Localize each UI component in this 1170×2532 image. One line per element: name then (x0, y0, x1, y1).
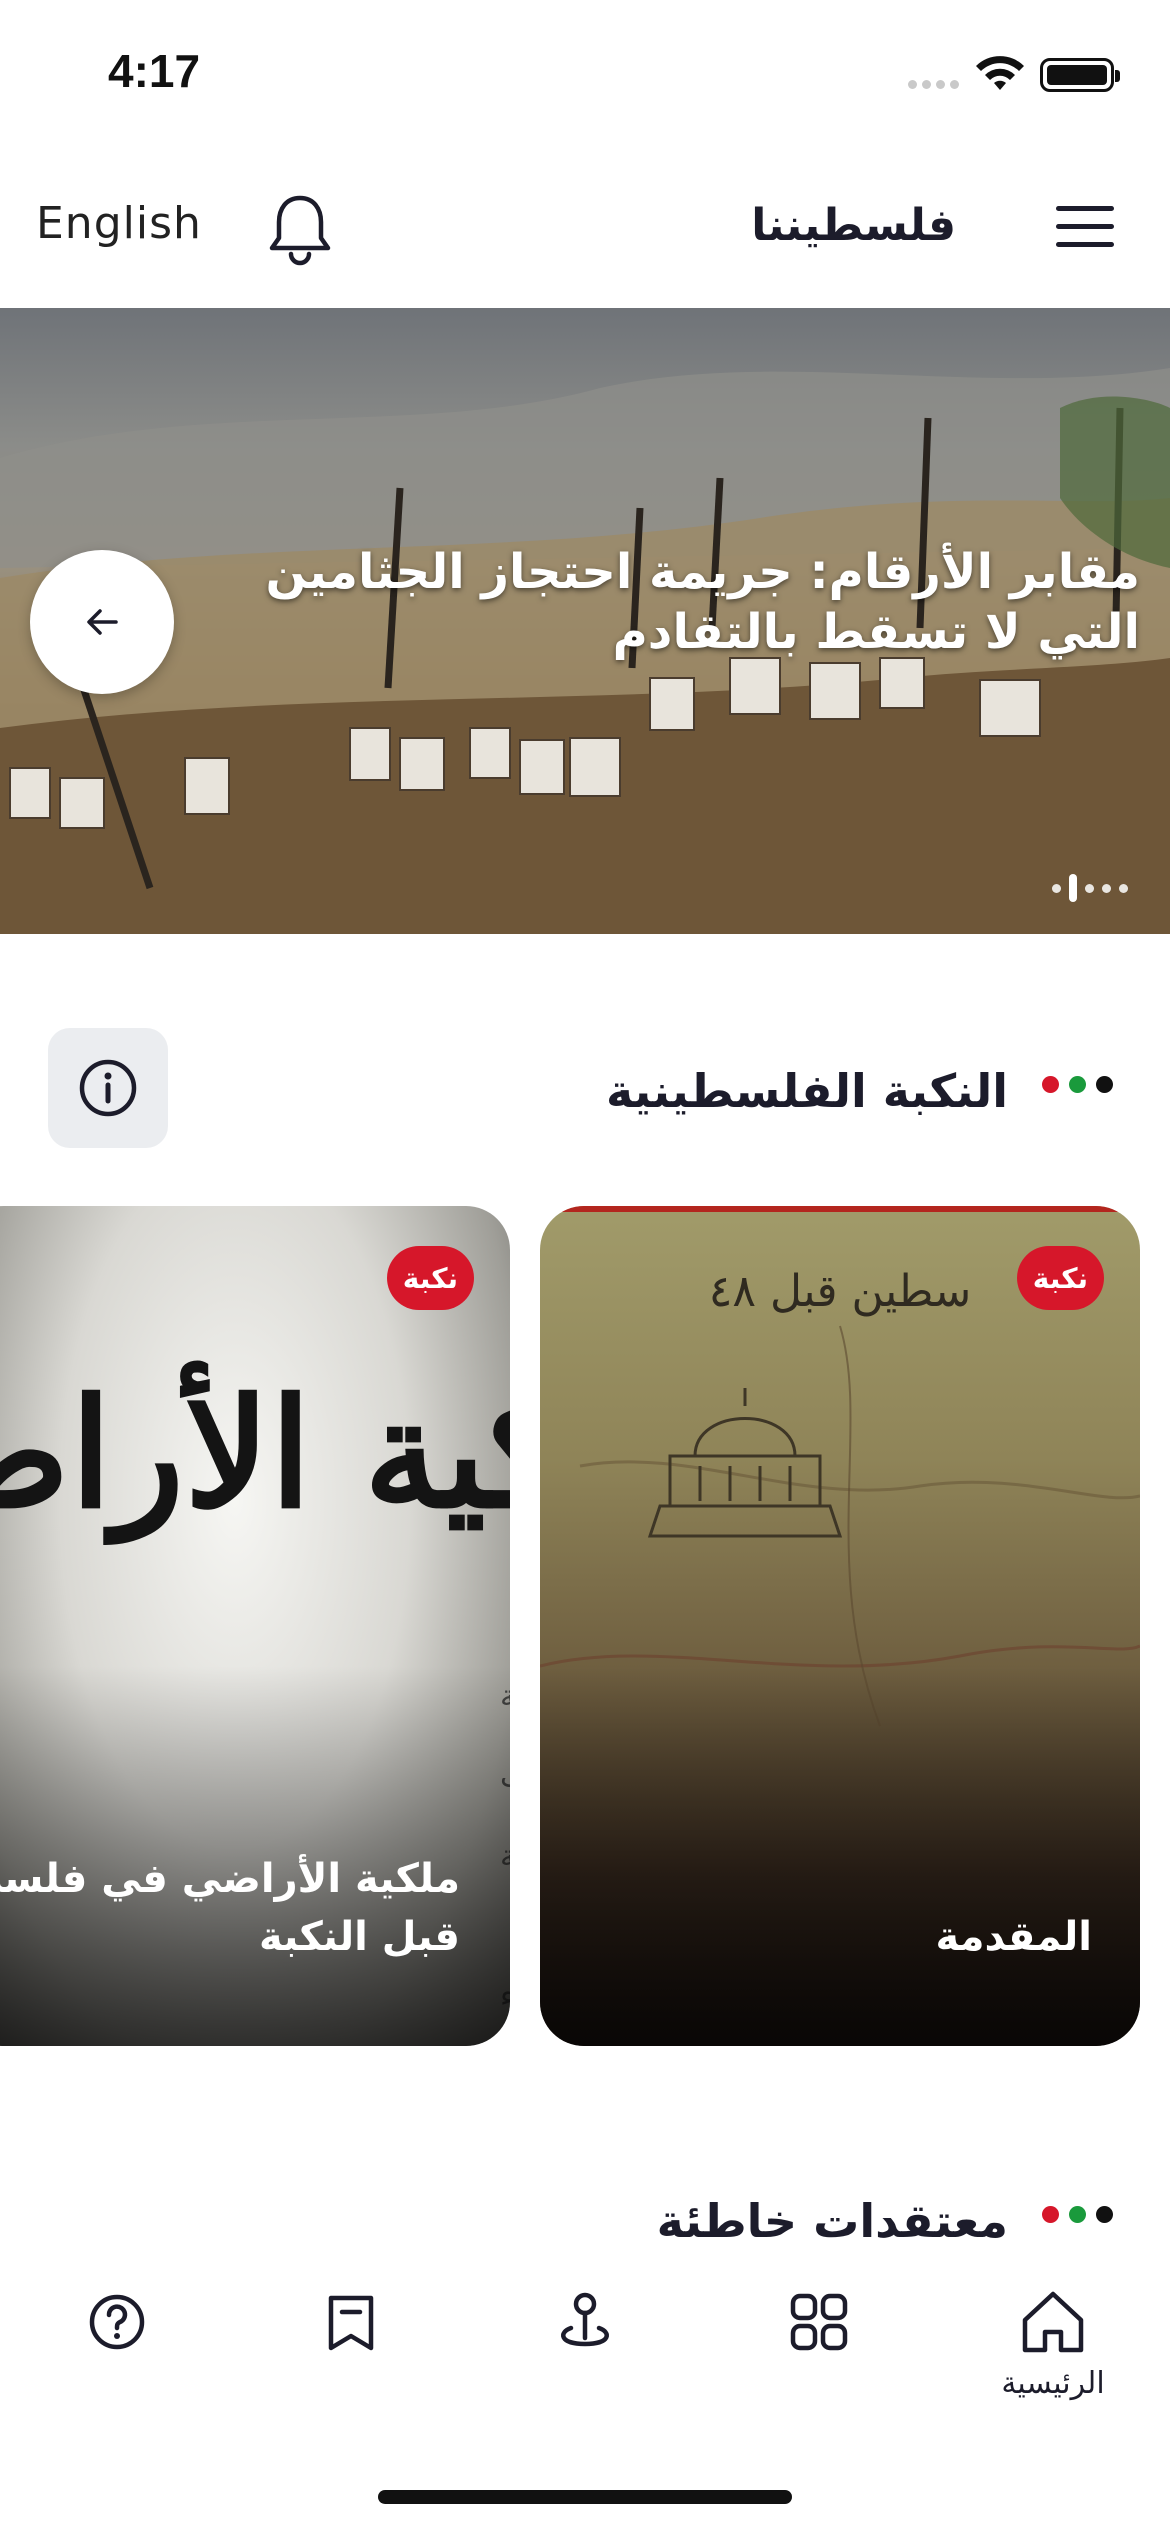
home-icon (1022, 2291, 1084, 2353)
status-bar: 4:17 (0, 0, 1170, 150)
tab-categories[interactable] (744, 2286, 894, 2436)
tab-map[interactable] (510, 2286, 660, 2436)
hero-article-title[interactable]: مقابر الأرقام: جريمة احتجاز الجثامين الت… (240, 542, 1140, 662)
wifi-icon (976, 56, 1024, 90)
flag-dot-red (1042, 1076, 1059, 1093)
bottom-tab-bar: الرئيسية (0, 2256, 1170, 2532)
pagination-dot (1102, 883, 1111, 893)
grid-icon (790, 2293, 848, 2351)
section-title: النكبة الفلسطينية (605, 1064, 1008, 1118)
flag-dot-green (1069, 1076, 1086, 1093)
article-card[interactable]: ملكية الأراضي فلسطينية لأطماع الدول الغر… (0, 1206, 510, 2046)
pagination-dot (1085, 883, 1094, 893)
info-button[interactable] (48, 1028, 168, 1148)
pagination-dot (1119, 883, 1128, 893)
app-title: فلسطيننا (751, 200, 956, 251)
tab-home[interactable]: الرئيسية (978, 2286, 1128, 2436)
carousel-prev-button[interactable] (30, 550, 174, 694)
card-title: ملكية الأراضي في فلسطين قبل النكبة (0, 1856, 460, 1960)
help-circle-icon (89, 2294, 145, 2350)
nakba-section-header: النكبة الفلسطينية (0, 1024, 1170, 1148)
article-card[interactable]: سطين قبل ٤٨ نكبة المقدمة (540, 1206, 1140, 2046)
flag-dot-red (1042, 2206, 1059, 2223)
flag-dots (1042, 2206, 1113, 2223)
category-badge: نكبة (1016, 1246, 1104, 1310)
arrow-left-icon (87, 609, 118, 635)
tab-help[interactable] (42, 2286, 192, 2436)
section-title: معتقدات خاطئة (656, 2194, 1008, 2248)
status-time: 4:17 (108, 45, 201, 97)
flag-dot-green (1069, 2206, 1086, 2223)
bell-icon[interactable] (264, 190, 336, 270)
map-pin-icon (561, 2292, 609, 2347)
home-screen: 4:17 English فلسطيننا مقابر الأرقام: جري… (0, 0, 1170, 2532)
misconceptions-section-header: معتقدات خاطئة (0, 2180, 1170, 2256)
flag-dot-black (1096, 2206, 1113, 2223)
card-title: المقدمة (935, 1914, 1092, 1960)
tab-home-label: الرئيسية (1001, 2366, 1105, 2401)
carousel-pagination (1052, 874, 1128, 902)
svg-text:ملكية الأراضي: ملكية الأراضي (0, 1360, 510, 1546)
tab-bookmarks[interactable] (276, 2286, 426, 2436)
info-icon (79, 1059, 137, 1117)
bookmark-icon (328, 2295, 374, 2351)
top-app-bar: English فلسطيننا (0, 160, 1170, 308)
flag-dot-black (1096, 1076, 1113, 1093)
hamburger-menu-icon[interactable] (1056, 206, 1114, 250)
pagination-dot-active (1069, 874, 1077, 902)
flag-dots (1042, 1076, 1113, 1093)
card-overlay (540, 1666, 1140, 2046)
battery-icon (1040, 58, 1120, 92)
hero-carousel[interactable]: مقابر الأرقام: جريمة احتجاز الجثامين الت… (0, 308, 1170, 934)
language-switch-link[interactable]: English (36, 198, 202, 249)
category-badge: نكبة (386, 1246, 474, 1310)
home-indicator (378, 2490, 792, 2504)
svg-text:سطين قبل ٤٨: سطين قبل ٤٨ (709, 1266, 972, 1317)
cellular-signal-icon (908, 80, 959, 89)
pagination-dot (1052, 883, 1061, 893)
